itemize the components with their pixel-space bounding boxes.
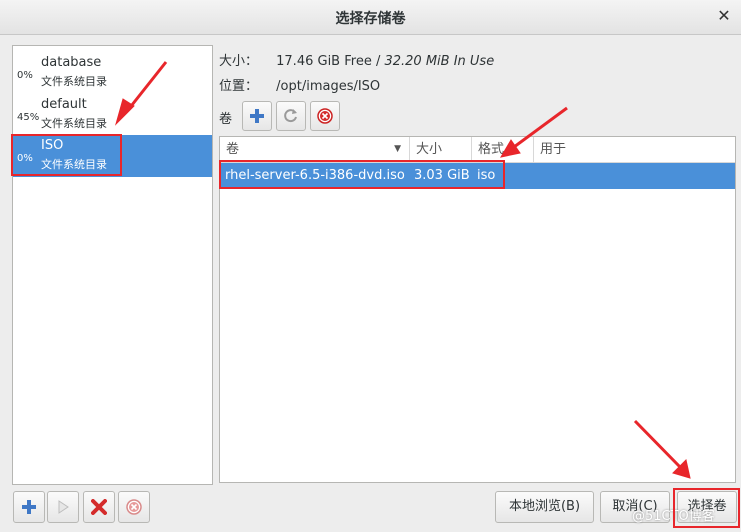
arrow-to-volume-format bbox=[513, 106, 568, 149]
annotation-arrows bbox=[115, 61, 691, 479]
arrow-to-choose-button bbox=[633, 419, 683, 470]
arrow-to-default-pool bbox=[126, 61, 168, 111]
